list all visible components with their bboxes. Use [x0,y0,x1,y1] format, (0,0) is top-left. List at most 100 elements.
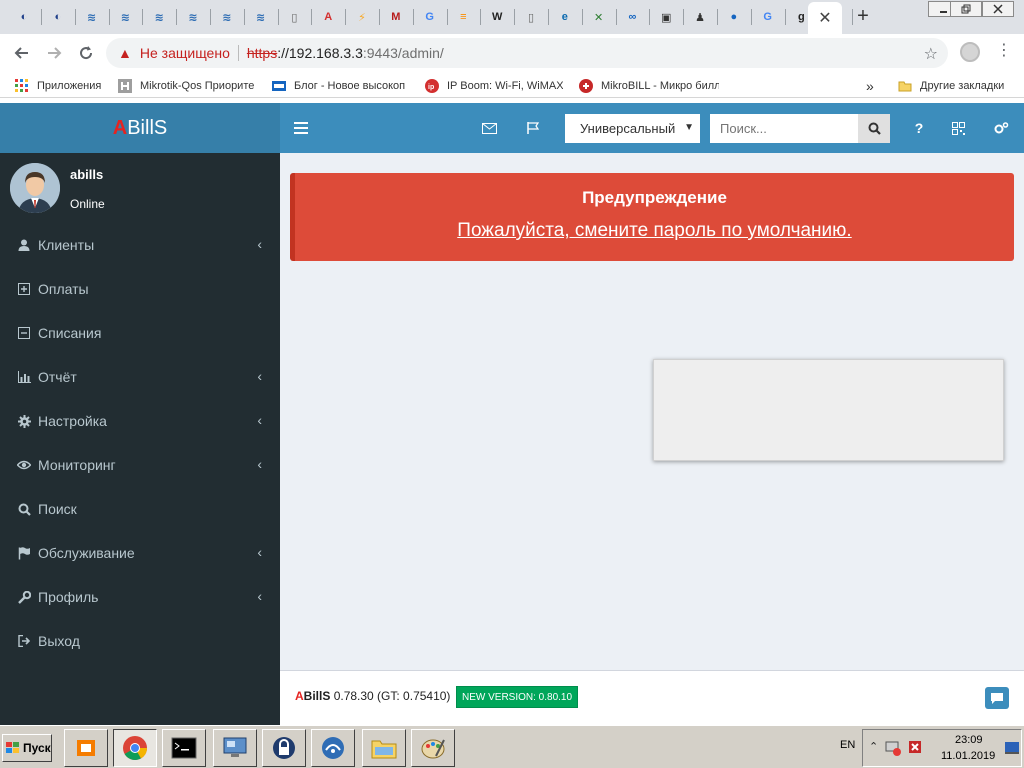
browser-menu-button[interactable]: ⋮ [996,42,1012,64]
back-button[interactable] [10,41,34,65]
sidebar-item-10[interactable]: Выход [0,619,280,663]
page-icon: ▯ [527,11,535,24]
network-status-icon[interactable] [885,740,901,756]
bookmark-label: MikroBILL - Микро билл [601,80,719,92]
address-bar[interactable]: ▲ Не защищено https :// 192.168.3.3 :944… [106,38,948,68]
browser-tab[interactable]: ▯ [278,3,310,31]
browser-tab[interactable]: ● [718,3,750,31]
taskbar-app-keepass[interactable] [262,729,306,767]
bookmark-star-icon[interactable]: ☆ [924,44,938,64]
taskbar-app-paint[interactable] [411,729,455,767]
sidebar-item-2[interactable]: Оплаты [0,267,280,311]
app-logo[interactable]: A BillS [0,103,280,153]
abills-tab-icon: ◐ [20,11,28,23]
help-button[interactable]: ? [909,118,929,138]
search-button[interactable] [858,114,890,143]
paint-palette-icon [421,739,445,759]
browser-tab[interactable]: ⚡ [346,3,378,31]
browser-tab[interactable]: ≋ [245,3,277,31]
sidebar-item-8[interactable]: Обслуживание ‹ [0,531,280,575]
show-desktop-icon[interactable] [1005,742,1019,754]
browser-tab[interactable]: G [752,3,784,31]
taskbar-app-winbox[interactable] [311,729,355,767]
sidebar-item-4[interactable]: Отчёт ‹ [0,355,280,399]
bookmark-ip-boom[interactable]: ip IP Boom: Wi-Fi, WiMAX [425,77,563,95]
change-password-link[interactable]: Пожалуйста, смените пароль по умолчанию. [295,220,1014,242]
tray-expand-icon[interactable]: ⌃ [869,740,878,753]
sidebar-item-3[interactable]: Списания [0,311,280,355]
sidebar-toggle-button[interactable] [291,118,311,138]
url-scheme: https [246,45,278,61]
close-window-button[interactable] [982,1,1014,17]
wikipedia-icon: W [491,11,503,23]
browser-tab[interactable]: W [481,3,513,31]
new-tab-button[interactable]: + [852,5,874,27]
language-indicator[interactable]: EN [840,739,855,751]
logo-letter-a: A [112,116,128,139]
taskbar-app-remote-desktop[interactable] [213,729,257,767]
qr-code-button[interactable] [948,118,968,138]
browser-tab[interactable]: M [380,3,412,31]
game-icon: ✕ [593,11,604,24]
rss-icon: ≋ [154,11,164,24]
chat-button[interactable] [985,687,1009,709]
browser-tab[interactable]: ♟ [684,3,716,31]
browser-tab[interactable]: ≋ [211,3,243,31]
search-type-select[interactable]: Универсальный ▼ [565,114,700,143]
browser-tab[interactable]: ≋ [76,3,108,31]
browser-tab[interactable]: ▯ [515,3,547,31]
clock-date[interactable]: 11.01.2019 [941,750,995,762]
taskbar-app-chrome[interactable] [113,729,157,767]
browser-tab[interactable]: A [312,3,344,31]
security-status[interactable]: Не защищено [140,45,230,61]
messages-button[interactable] [479,118,499,138]
new-version-badge[interactable]: NEW VERSION: 0.80.10 [456,686,579,708]
bookmark-blog[interactable]: Блог - Новое высокоп [272,77,410,95]
browser-tab[interactable]: ✕ [583,3,615,31]
browser-tab[interactable]: ≋ [177,3,209,31]
browser-tab[interactable]: ≋ [109,3,141,31]
chevron-left-icon: ‹ [257,588,262,604]
forward-button[interactable] [42,41,66,65]
browser-tab[interactable]: ▣ [650,3,682,31]
hamburger-icon [294,122,308,134]
start-button[interactable]: Пуск [2,734,52,762]
sidebar-item-1[interactable]: Клиенты ‹ [0,223,280,267]
bookmarks-overflow-button[interactable]: » [866,77,874,95]
active-tab[interactable]: ✕ [808,2,842,34]
mikrobill-icon [579,79,593,93]
reload-button[interactable] [74,41,98,65]
clock-time[interactable]: 23:09 [955,734,983,746]
browser-tab[interactable]: ∞ [616,3,648,31]
envelope-icon [481,122,497,134]
bookmark-mikrotik-qos[interactable]: Mikrotik-Qos Приорите [118,77,258,95]
profile-avatar-button[interactable] [960,42,980,62]
close-tab-icon[interactable]: ✕ [818,8,831,28]
sidebar-item-7[interactable]: Поиск [0,487,280,531]
settings-button[interactable] [991,118,1011,138]
taskbar-app-office[interactable] [64,729,108,767]
sidebar-item-5[interactable]: Настройка ‹ [0,399,280,443]
browser-tab[interactable]: ◐ [42,3,74,31]
browser-tab[interactable]: ◐ [8,3,40,31]
winbox-icon [322,737,344,759]
security-alert-icon[interactable] [907,739,923,755]
browser-tab[interactable]: ≡ [447,3,479,31]
notifications-button[interactable] [523,118,543,138]
sidebar-item-9[interactable]: Профиль ‹ [0,575,280,619]
footer-version: ABillS 0.78.30 (GT: 0.75410) [295,689,450,703]
search-input[interactable] [710,114,858,143]
sign-out-icon [17,634,31,648]
browser-tab[interactable]: G [414,3,446,31]
restore-window-button[interactable] [950,1,982,17]
browser-tab[interactable]: e [549,3,581,31]
empty-panel [653,359,1004,461]
rss-icon: ≋ [188,11,198,24]
bookmark-mikrobill[interactable]: MikroBILL - Микро билл [579,77,719,95]
taskbar-app-explorer[interactable] [362,729,406,767]
sidebar-item-6[interactable]: Мониторинг ‹ [0,443,280,487]
browser-tab[interactable]: ≋ [143,3,175,31]
taskbar-app-terminal[interactable] [162,729,206,767]
other-bookmarks-folder[interactable]: Другие закладки [898,77,1004,95]
bookmark-apps[interactable]: Приложения [15,77,101,95]
